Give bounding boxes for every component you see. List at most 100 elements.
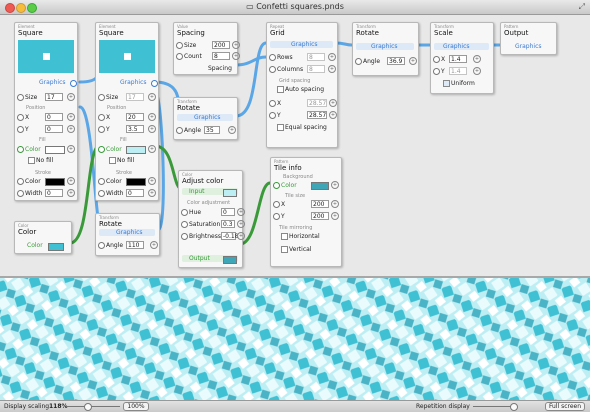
- add-icon[interactable]: +: [228, 126, 236, 134]
- graphics-output-port[interactable]: Graphics: [120, 79, 147, 86]
- tile-y-radio[interactable]: [273, 213, 280, 220]
- angle-radio[interactable]: [176, 127, 183, 134]
- color-swatch[interactable]: [48, 243, 64, 251]
- add-icon[interactable]: +: [67, 145, 75, 153]
- hue-input[interactable]: 0: [221, 208, 235, 216]
- no-fill-checkbox[interactable]: [109, 157, 116, 164]
- angle-input[interactable]: 36.9: [387, 57, 405, 65]
- stroke-color-swatch[interactable]: [126, 178, 146, 186]
- rows-radio[interactable]: [269, 54, 276, 61]
- equal-spacing-checkbox[interactable]: [277, 124, 284, 131]
- add-icon[interactable]: +: [331, 181, 339, 189]
- brightness-radio[interactable]: [181, 233, 188, 240]
- full-screen-button[interactable]: Full screen: [545, 402, 585, 411]
- color-output-port[interactable]: Color: [27, 242, 43, 249]
- spacing-output-port[interactable]: Spacing: [208, 65, 232, 72]
- graphics-output-port[interactable]: Graphics: [39, 79, 66, 86]
- graphics-input-port[interactable]: Graphics: [515, 43, 542, 50]
- add-icon[interactable]: +: [67, 189, 75, 197]
- repetition-slider-thumb[interactable]: [510, 403, 518, 411]
- graphics-input-port[interactable]: Graphics: [371, 43, 398, 50]
- node-color[interactable]: Color Color Color: [14, 221, 72, 254]
- y-input[interactable]: 0: [45, 125, 63, 133]
- repetition-slider-track[interactable]: [473, 406, 513, 407]
- columns-input[interactable]: 8: [307, 65, 325, 73]
- add-icon[interactable]: +: [328, 53, 336, 61]
- scaling-slider-thumb[interactable]: [84, 403, 92, 411]
- add-icon[interactable]: +: [473, 67, 481, 75]
- width-input[interactable]: 0: [126, 189, 144, 197]
- vertical-checkbox[interactable]: [281, 246, 288, 253]
- tile-x-input[interactable]: 200: [311, 200, 329, 208]
- node-canvas[interactable]: Element Square Graphics Size 17 + Positi…: [0, 15, 590, 277]
- size-radio[interactable]: [17, 94, 24, 101]
- size-input[interactable]: 17: [126, 93, 144, 101]
- fullscreen-arrows-icon[interactable]: ⤢: [579, 2, 585, 12]
- color-input-port[interactable]: Input: [189, 188, 205, 195]
- add-icon[interactable]: +: [148, 93, 156, 101]
- node-square-2[interactable]: Element Square Graphics Size 17 + Positi…: [95, 22, 159, 201]
- add-icon[interactable]: +: [329, 99, 337, 107]
- brightness-input[interactable]: -0.18: [221, 232, 239, 240]
- fill-color-swatch[interactable]: [126, 146, 146, 154]
- add-icon[interactable]: +: [67, 125, 75, 133]
- node-spacing[interactable]: Value Spacing Size 200 + Count 8 + Spaci…: [173, 22, 240, 75]
- no-fill-checkbox[interactable]: [28, 157, 35, 164]
- size-radio[interactable]: [98, 94, 105, 101]
- add-icon[interactable]: +: [150, 241, 158, 249]
- add-icon[interactable]: +: [67, 113, 75, 121]
- node-rotate-1[interactable]: Transform Rotate Graphics Angle 35 +: [173, 97, 238, 140]
- add-icon[interactable]: +: [331, 212, 339, 220]
- x-radio[interactable]: [17, 114, 24, 121]
- add-icon[interactable]: +: [409, 57, 417, 65]
- hue-radio[interactable]: [181, 209, 188, 216]
- bg-color-swatch[interactable]: [311, 182, 329, 190]
- stroke-color-swatch[interactable]: [45, 178, 65, 186]
- node-grid[interactable]: Repeat Grid Graphics Rows 8 + Columns 8 …: [266, 22, 338, 148]
- angle-radio[interactable]: [98, 242, 105, 249]
- angle-radio[interactable]: [355, 58, 362, 65]
- x-input[interactable]: 1.4: [449, 55, 467, 63]
- count-radio[interactable]: [176, 53, 183, 60]
- columns-radio[interactable]: [269, 66, 276, 73]
- width-radio[interactable]: [98, 190, 105, 197]
- add-icon[interactable]: +: [148, 145, 156, 153]
- add-icon[interactable]: +: [328, 65, 336, 73]
- fill-color-radio[interactable]: [17, 146, 24, 153]
- y-radio[interactable]: [17, 126, 24, 133]
- y-input[interactable]: 1.4: [449, 67, 467, 75]
- scaling-slider-track[interactable]: [66, 406, 120, 407]
- node-tile-info[interactable]: Pattern Tile info Background Color + Til…: [270, 157, 342, 267]
- y-input[interactable]: 28.57: [307, 111, 327, 119]
- width-input[interactable]: 0: [45, 189, 63, 197]
- width-radio[interactable]: [17, 190, 24, 197]
- add-icon[interactable]: +: [232, 41, 240, 49]
- graphics-input-port[interactable]: Graphics: [443, 43, 470, 50]
- node-rotate-3[interactable]: Transform Rotate Graphics Angle 110 +: [95, 213, 160, 256]
- add-icon[interactable]: +: [331, 200, 339, 208]
- size-input[interactable]: 17: [45, 93, 63, 101]
- size-radio[interactable]: [176, 42, 183, 49]
- y-radio[interactable]: [98, 126, 105, 133]
- add-icon[interactable]: +: [329, 111, 337, 119]
- y-radio[interactable]: [433, 68, 440, 75]
- node-scale[interactable]: Transform Scale Graphics X 1.4 + Y 1.4 +…: [430, 22, 494, 94]
- tile-x-radio[interactable]: [273, 201, 280, 208]
- node-output[interactable]: Pattern Output Graphics: [500, 22, 557, 55]
- reset-scaling-button[interactable]: 100%: [123, 402, 149, 411]
- y-radio[interactable]: [269, 112, 276, 119]
- add-icon[interactable]: +: [237, 232, 245, 240]
- add-icon[interactable]: +: [148, 189, 156, 197]
- x-input[interactable]: 0: [45, 113, 63, 121]
- graphics-input-port[interactable]: Graphics: [116, 229, 143, 236]
- size-input[interactable]: 200: [212, 41, 230, 49]
- x-radio[interactable]: [98, 114, 105, 121]
- saturation-radio[interactable]: [181, 221, 188, 228]
- fill-color-radio[interactable]: [98, 146, 105, 153]
- graphics-output-connector[interactable]: [151, 80, 158, 87]
- tile-y-input[interactable]: 200: [311, 212, 329, 220]
- node-adjust-color[interactable]: Color Adjust color Input Color adjustmen…: [178, 170, 245, 268]
- x-input[interactable]: 20: [126, 113, 144, 121]
- fill-color-swatch[interactable]: [45, 146, 65, 154]
- add-icon[interactable]: +: [232, 52, 240, 60]
